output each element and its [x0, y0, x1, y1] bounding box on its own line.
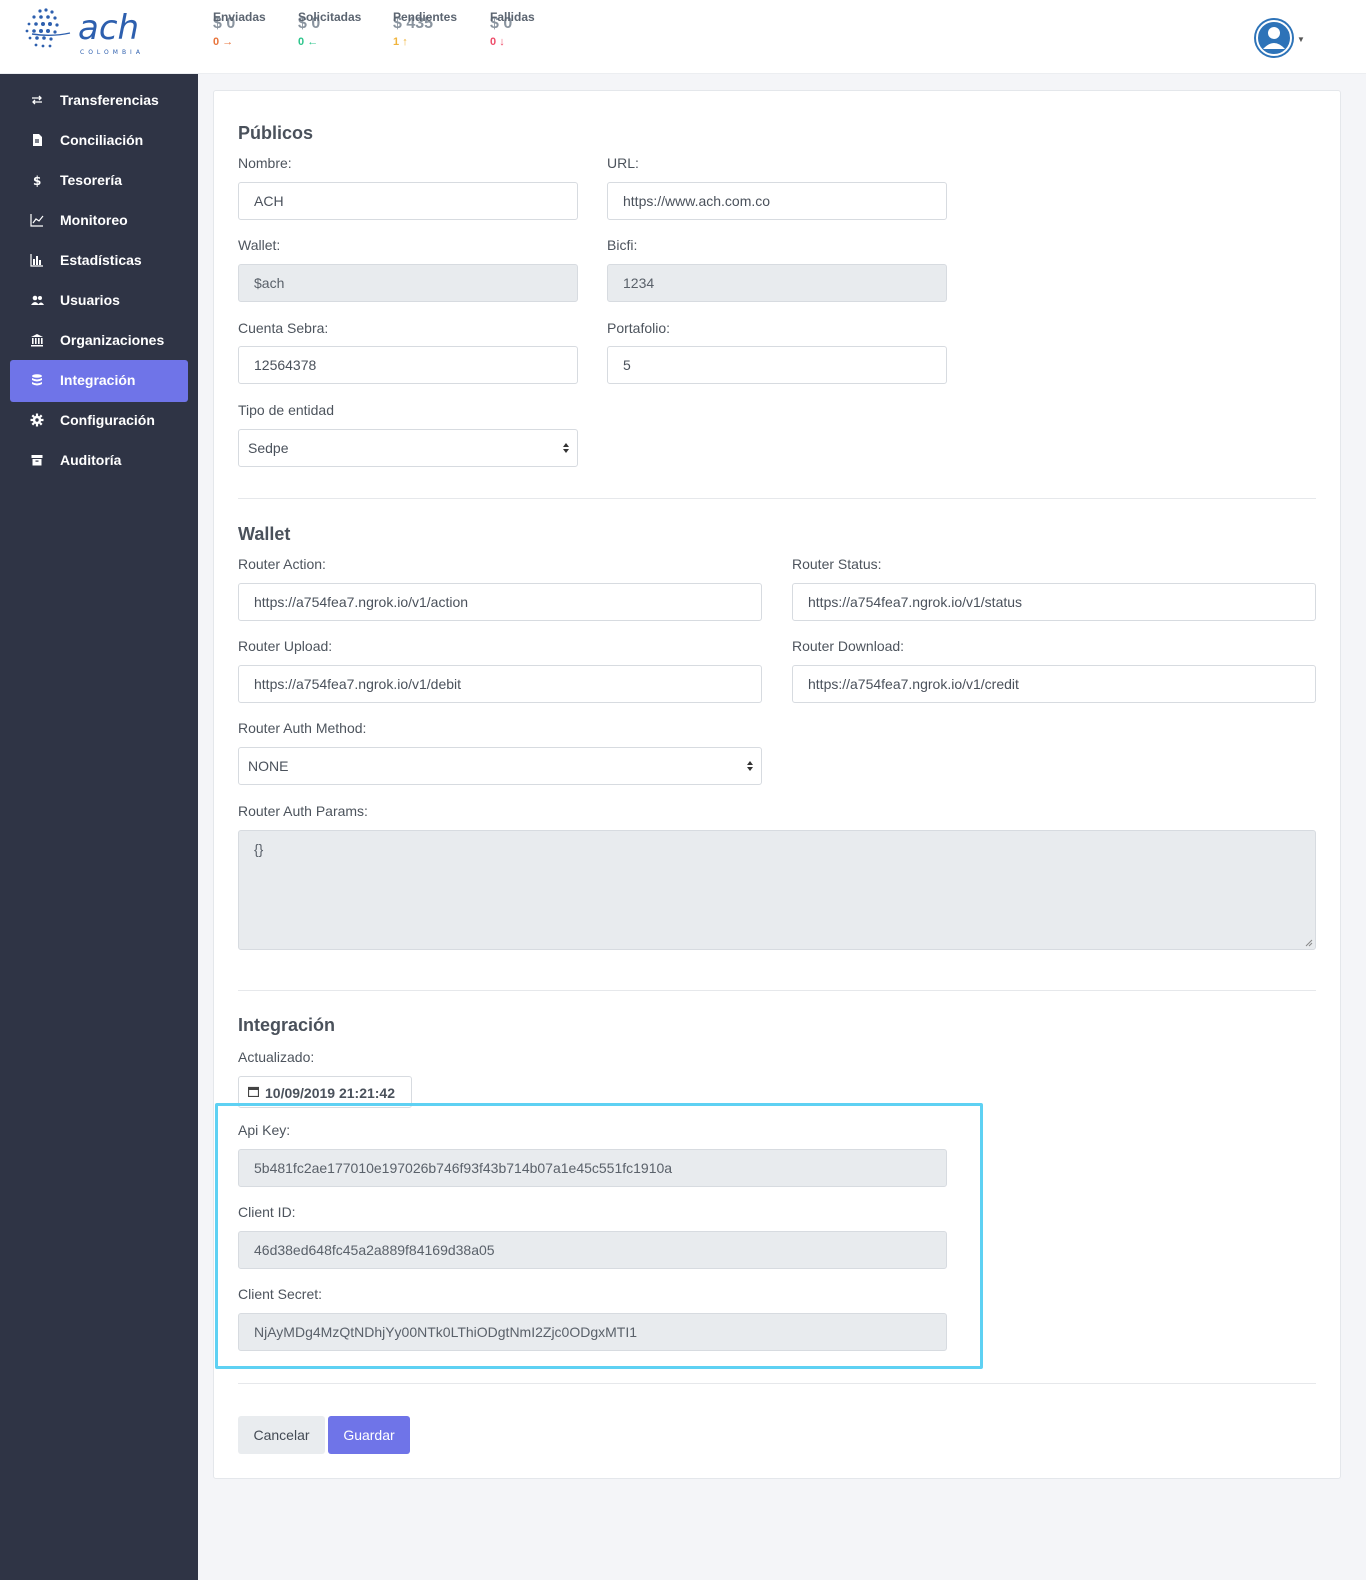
- svg-text:COLOMBIA: COLOMBIA: [80, 49, 144, 56]
- tipo-entidad-value: Sedpe: [248, 440, 289, 456]
- sidebar-item-auditoria[interactable]: Auditoría: [10, 440, 188, 482]
- router-status-label: Router Status:: [792, 556, 882, 572]
- document-icon: [33, 134, 42, 146]
- stat-label: Solicitadas: [298, 10, 362, 24]
- svg-text:ach: ach: [78, 8, 139, 48]
- portafolio-label: Portafolio:: [607, 320, 671, 336]
- section-title-wallet: Wallet: [238, 524, 291, 544]
- router-auth-params-label: Router Auth Params:: [238, 803, 368, 819]
- stat-enviadas: Enviadas $ 0 0 →: [213, 10, 266, 48]
- router-auth-method-value: NONE: [248, 758, 289, 774]
- sidebar-item-label: Configuración: [60, 412, 155, 428]
- sidebar-item-label: Monitoreo: [60, 212, 128, 228]
- sidebar-item-tesoreria[interactable]: $ Tesorería: [10, 160, 188, 202]
- router-auth-method-select[interactable]: NONE: [238, 747, 762, 785]
- section-title-integracion: Integración: [238, 1015, 336, 1035]
- sidebar-item-transferencias[interactable]: Transferencias: [10, 80, 188, 122]
- section-title-publicos: Públicos: [238, 123, 314, 143]
- bar-chart-icon: [30, 254, 43, 267]
- stat-count: 1: [393, 36, 400, 48]
- arrow-left-icon: ←: [307, 36, 319, 48]
- cuenta-sebra-input[interactable]: 12564378: [238, 346, 578, 384]
- router-download-label: Router Download:: [792, 638, 905, 654]
- sidebar-item-usuarios[interactable]: Usuarios: [10, 280, 188, 322]
- sidebar-item-estadisticas[interactable]: Estadísticas: [10, 240, 188, 282]
- sidebar-item-label: Usuarios: [60, 292, 120, 308]
- database-icon: [32, 374, 42, 386]
- chevron-down-icon[interactable]: ▼: [1297, 35, 1305, 44]
- user-icon: [1256, 20, 1292, 56]
- sidebar: Transferencias Conciliación $ Tesorería …: [0, 74, 198, 1580]
- router-status-input[interactable]: https://a754fea7.ngrok.io/v1/status: [792, 583, 1316, 621]
- sidebar-item-monitoreo[interactable]: Monitoreo: [10, 200, 188, 242]
- users-icon: [31, 295, 44, 305]
- tipo-entidad-select[interactable]: Sedpe: [238, 429, 578, 467]
- stat-count: 0: [298, 36, 305, 48]
- sidebar-item-integracion[interactable]: Integración: [10, 360, 188, 402]
- transfer-icon: [32, 95, 42, 105]
- stat-count: 0: [213, 36, 220, 48]
- stat-count: 0: [490, 36, 497, 48]
- sidebar-item-conciliacion[interactable]: Conciliación: [10, 120, 188, 162]
- line-chart-icon: [30, 214, 44, 227]
- sidebar-item-label: Integración: [60, 372, 136, 388]
- actualizado-label: Actualizado:: [238, 1049, 315, 1065]
- stat-label: Fallidas: [490, 10, 535, 24]
- cuenta-sebra-label: Cuenta Sebra:: [238, 320, 329, 336]
- resize-grip-icon[interactable]: [1304, 938, 1313, 947]
- url-input[interactable]: https://www.ach.com.co: [607, 182, 947, 220]
- divider: [238, 990, 1316, 991]
- sidebar-item-label: Transferencias: [60, 92, 159, 108]
- arrow-up-icon: ↑: [402, 36, 408, 48]
- user-avatar[interactable]: [1254, 18, 1294, 58]
- svg-text:$: $: [33, 174, 41, 187]
- credentials-highlight-box: [215, 1103, 983, 1369]
- sidebar-item-label: Auditoría: [60, 452, 122, 468]
- router-upload-label: Router Upload:: [238, 638, 333, 654]
- wallet-label: Wallet:: [238, 237, 281, 253]
- actualizado-value: 10/09/2019 21:21:42: [265, 1085, 395, 1101]
- portafolio-input[interactable]: 5: [607, 346, 947, 384]
- router-auth-params-textarea: {}: [238, 830, 1316, 950]
- nombre-input[interactable]: ACH: [238, 182, 578, 220]
- select-arrows-icon: [747, 761, 753, 771]
- router-auth-params-value: {}: [254, 841, 264, 857]
- sidebar-item-label: Organizaciones: [60, 332, 165, 348]
- stat-label: Pendientes: [393, 10, 458, 24]
- sidebar-item-label: Conciliación: [60, 132, 144, 148]
- stat-label: Enviadas: [213, 10, 266, 24]
- stat-fallidas: Fallidas $ 0 0 ↓: [490, 10, 535, 48]
- wallet-input: $ach: [238, 264, 578, 302]
- arrow-right-icon: →: [222, 36, 234, 48]
- calendar-icon: [248, 1086, 259, 1097]
- top-bar: ach COLOMBIA Enviadas $ 0 0 → Solicitada…: [0, 0, 1366, 74]
- router-auth-method-label: Router Auth Method:: [238, 720, 367, 736]
- divider: [238, 1383, 1316, 1384]
- sidebar-item-configuracion[interactable]: Configuración: [10, 400, 188, 442]
- select-arrows-icon: [563, 443, 569, 453]
- dollar-icon: $: [33, 174, 41, 187]
- bicfi-label: Bicfi:: [607, 237, 638, 253]
- bicfi-input: 1234: [607, 264, 947, 302]
- nombre-label: Nombre:: [238, 155, 292, 171]
- router-action-label: Router Action:: [238, 556, 326, 572]
- ach-logo[interactable]: ach COLOMBIA: [22, 4, 152, 60]
- cancel-button[interactable]: Cancelar: [238, 1416, 325, 1454]
- save-button[interactable]: Guardar: [328, 1416, 410, 1454]
- router-download-input[interactable]: https://a754fea7.ngrok.io/v1/credit: [792, 665, 1316, 703]
- url-label: URL:: [607, 155, 639, 171]
- arrow-down-icon: ↓: [499, 36, 505, 48]
- sidebar-item-organizaciones[interactable]: Organizaciones: [10, 320, 188, 362]
- sidebar-item-label: Estadísticas: [60, 252, 142, 268]
- router-upload-input[interactable]: https://a754fea7.ngrok.io/v1/debit: [238, 665, 762, 703]
- router-action-input[interactable]: https://a754fea7.ngrok.io/v1/action: [238, 583, 762, 621]
- bank-icon: [31, 334, 43, 347]
- archive-icon: [31, 455, 43, 466]
- gear-icon: [30, 413, 44, 427]
- stat-solicitadas: Solicitadas $ 0 0 ←: [298, 10, 361, 48]
- divider: [238, 498, 1316, 499]
- sidebar-item-label: Tesorería: [60, 172, 122, 188]
- tipo-entidad-label: Tipo de entidad: [238, 402, 334, 418]
- stat-pendientes: Pendientes $ 435 1 ↑: [393, 10, 457, 48]
